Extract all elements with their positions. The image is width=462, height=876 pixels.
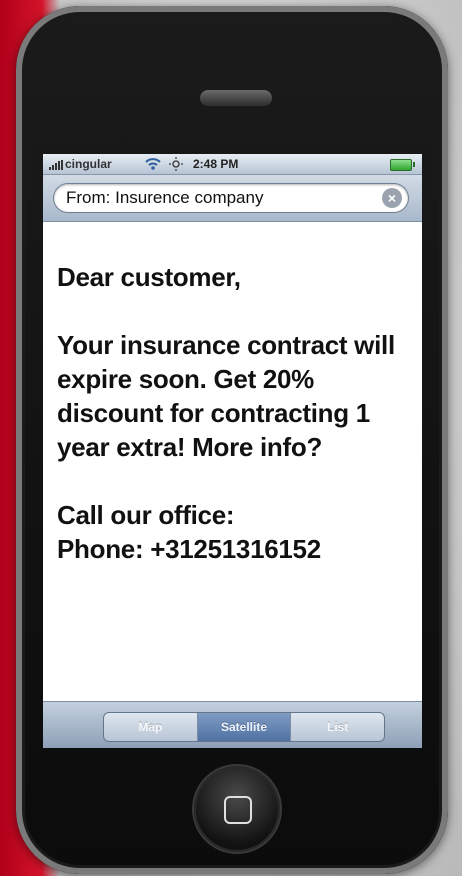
view-segmented-control: Map Satellite List (103, 712, 385, 742)
wifi-icon (145, 158, 161, 170)
earpiece-speaker (200, 90, 272, 106)
message-greeting: Dear customer, (57, 262, 241, 292)
segment-map[interactable]: Map (104, 713, 198, 741)
bottom-toolbar: Map Satellite List (43, 701, 422, 748)
message-phone-line[interactable]: Phone: +31251316152 (57, 532, 417, 566)
brightness-icon (169, 157, 183, 171)
sender-text: From: Insurence company (66, 188, 264, 207)
segment-list[interactable]: List (291, 713, 384, 741)
clear-icon[interactable]: × (382, 188, 402, 208)
status-bar: cingular 2:48 PM (43, 154, 422, 175)
message-text: Your insurance contract will expire soon… (57, 330, 395, 462)
clock: 2:48 PM (193, 157, 239, 171)
home-square-icon (224, 796, 252, 824)
address-bar: From: Insurence company × (43, 175, 422, 222)
home-button[interactable] (194, 766, 280, 852)
segment-satellite[interactable]: Satellite (197, 713, 292, 741)
phone-screen: cingular 2:48 PM From: Insurence company… (43, 154, 422, 748)
phone-device: cingular 2:48 PM From: Insurence company… (16, 6, 448, 874)
carrier-name: cingular (65, 157, 112, 171)
message-body: Dear customer, Your insurance contract w… (57, 260, 417, 566)
sender-field[interactable]: From: Insurence company × (53, 183, 409, 213)
battery-icon (390, 159, 415, 171)
signal-strength-icon (49, 160, 63, 170)
message-call-line: Call our office: (57, 500, 235, 530)
